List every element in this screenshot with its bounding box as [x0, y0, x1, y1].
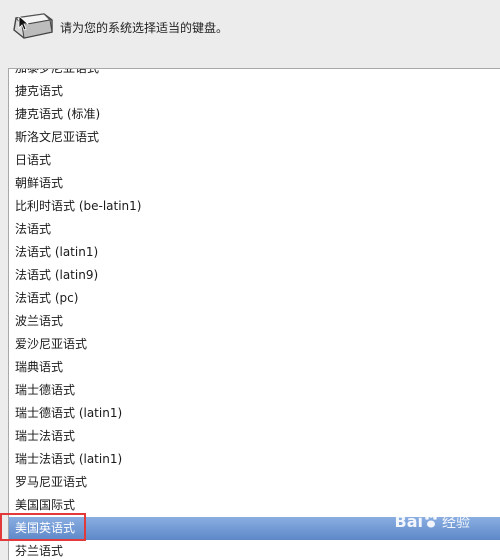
keyboard-list-items: 加泰罗尼亚语式 捷克语式 捷克语式 (标准) 斯洛文尼亚语式 日语式 朝鲜语式 …: [9, 69, 500, 560]
list-item[interactable]: 比利时语式 (be-latin1): [9, 195, 500, 218]
paw-icon: [425, 514, 437, 528]
header: 请为您的系统选择适当的键盘。: [0, 0, 500, 66]
watermark-brand: Bai: [394, 512, 423, 531]
list-item[interactable]: 罗马尼亚语式: [9, 471, 500, 494]
list-item[interactable]: 法语式 (latin1): [9, 241, 500, 264]
list-item[interactable]: 芬兰语式: [9, 540, 500, 560]
list-item[interactable]: 法语式: [9, 218, 500, 241]
list-item[interactable]: 捷克语式: [9, 80, 500, 103]
header-prompt: 请为您的系统选择适当的键盘。: [60, 21, 229, 35]
list-item[interactable]: 捷克语式 (标准): [9, 103, 500, 126]
list-item[interactable]: 瑞士法语式 (latin1): [9, 448, 500, 471]
watermark-label: 经验: [442, 515, 470, 531]
list-item[interactable]: 法语式 (latin9): [9, 264, 500, 287]
list-item[interactable]: 波兰语式: [9, 310, 500, 333]
list-item[interactable]: 朝鲜语式: [9, 172, 500, 195]
list-item[interactable]: 瑞士德语式 (latin1): [9, 402, 500, 425]
list-item[interactable]: 日语式: [9, 149, 500, 172]
list-item[interactable]: 爱沙尼亚语式: [9, 333, 500, 356]
list-item[interactable]: 瑞典语式: [9, 356, 500, 379]
keyboard-icon: [13, 13, 53, 39]
list-item[interactable]: 法语式 (pc): [9, 287, 500, 310]
baidu-watermark: Bai 经验: [395, 512, 470, 532]
list-item[interactable]: 斯洛文尼亚语式: [9, 126, 500, 149]
installer-window: 请为您的系统选择适当的键盘。 加泰罗尼亚语式 捷克语式 捷克语式 (标准) 斯洛…: [0, 0, 500, 560]
list-item[interactable]: 瑞士德语式: [9, 379, 500, 402]
keyboard-list[interactable]: 加泰罗尼亚语式 捷克语式 捷克语式 (标准) 斯洛文尼亚语式 日语式 朝鲜语式 …: [8, 68, 500, 560]
list-item[interactable]: 瑞士法语式: [9, 425, 500, 448]
list-item[interactable]: 加泰罗尼亚语式: [9, 69, 500, 80]
